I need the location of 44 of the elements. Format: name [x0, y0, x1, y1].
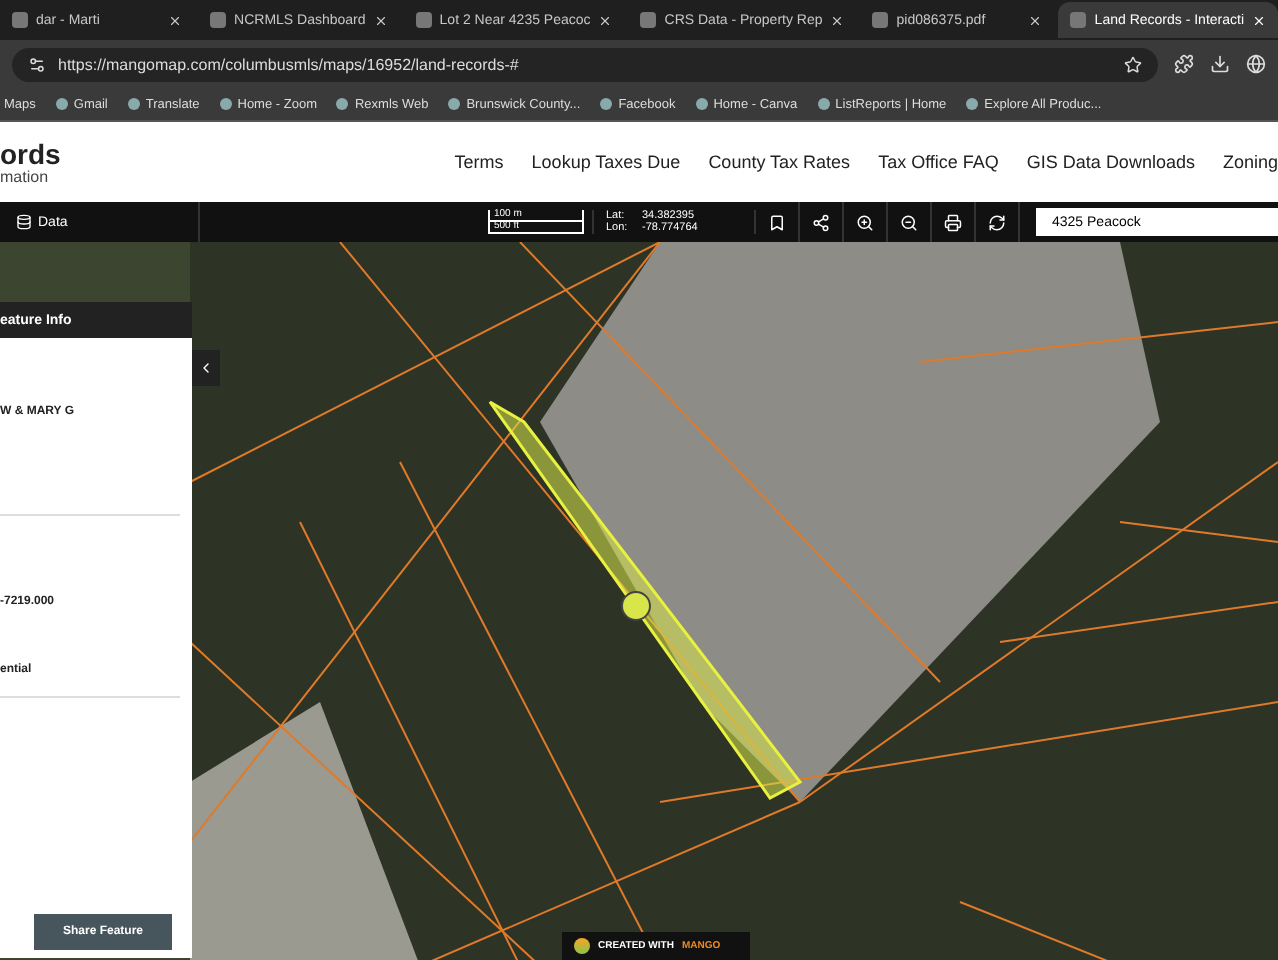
logo-icon [574, 938, 590, 954]
favicon-icon [415, 12, 432, 28]
favicon-icon [55, 98, 68, 110]
database-icon [16, 214, 32, 230]
address-bar[interactable]: https://mangomap.com/columbusmls/maps/16952/land-records-# [12, 47, 1158, 81]
site-title: ords [0, 139, 61, 167]
nav-link[interactable]: GIS Data Downloads [1026, 152, 1195, 172]
favicon-icon [695, 98, 708, 110]
favicon-icon [448, 98, 461, 110]
favicon-icon [127, 98, 140, 110]
print-icon [944, 213, 962, 231]
zoom-in-icon [856, 213, 874, 231]
site-settings-icon[interactable] [28, 55, 46, 73]
nav-link[interactable]: Zoning [1222, 152, 1278, 172]
share-icon [812, 213, 830, 231]
zoom-out-icon [900, 213, 918, 231]
close-icon[interactable] [168, 13, 183, 27]
favicon-icon [600, 98, 613, 110]
close-icon[interactable] [598, 13, 613, 27]
nav-link[interactable]: Lookup Taxes Due [531, 152, 681, 172]
chevron-left-icon [198, 360, 214, 376]
nav-link[interactable]: Tax Office FAQ [878, 152, 999, 172]
close-icon[interactable] [830, 13, 845, 27]
close-icon[interactable] [1028, 13, 1043, 27]
download-icon[interactable] [1210, 54, 1230, 74]
favicon-icon [12, 12, 28, 28]
favicon-icon [966, 98, 979, 110]
close-icon[interactable] [373, 13, 388, 27]
favicon-icon [817, 98, 830, 110]
nav-link[interactable]: Terms [454, 152, 504, 172]
globe-icon[interactable] [1246, 54, 1266, 74]
bookmark-icon [768, 213, 786, 231]
site-subtitle: mation [0, 167, 51, 185]
refresh-icon [988, 213, 1006, 231]
nav-link[interactable]: County Tax Rates [708, 152, 851, 172]
collapse-button[interactable] [192, 350, 220, 386]
favicon-icon [1070, 12, 1087, 28]
favicon-icon [872, 12, 889, 28]
favicon-icon [640, 12, 657, 28]
favicon-icon [219, 98, 232, 110]
star-icon[interactable] [1124, 55, 1142, 73]
extensions-icon[interactable] [1174, 54, 1194, 74]
favicon-icon [336, 98, 349, 110]
favicon-icon [210, 12, 227, 28]
